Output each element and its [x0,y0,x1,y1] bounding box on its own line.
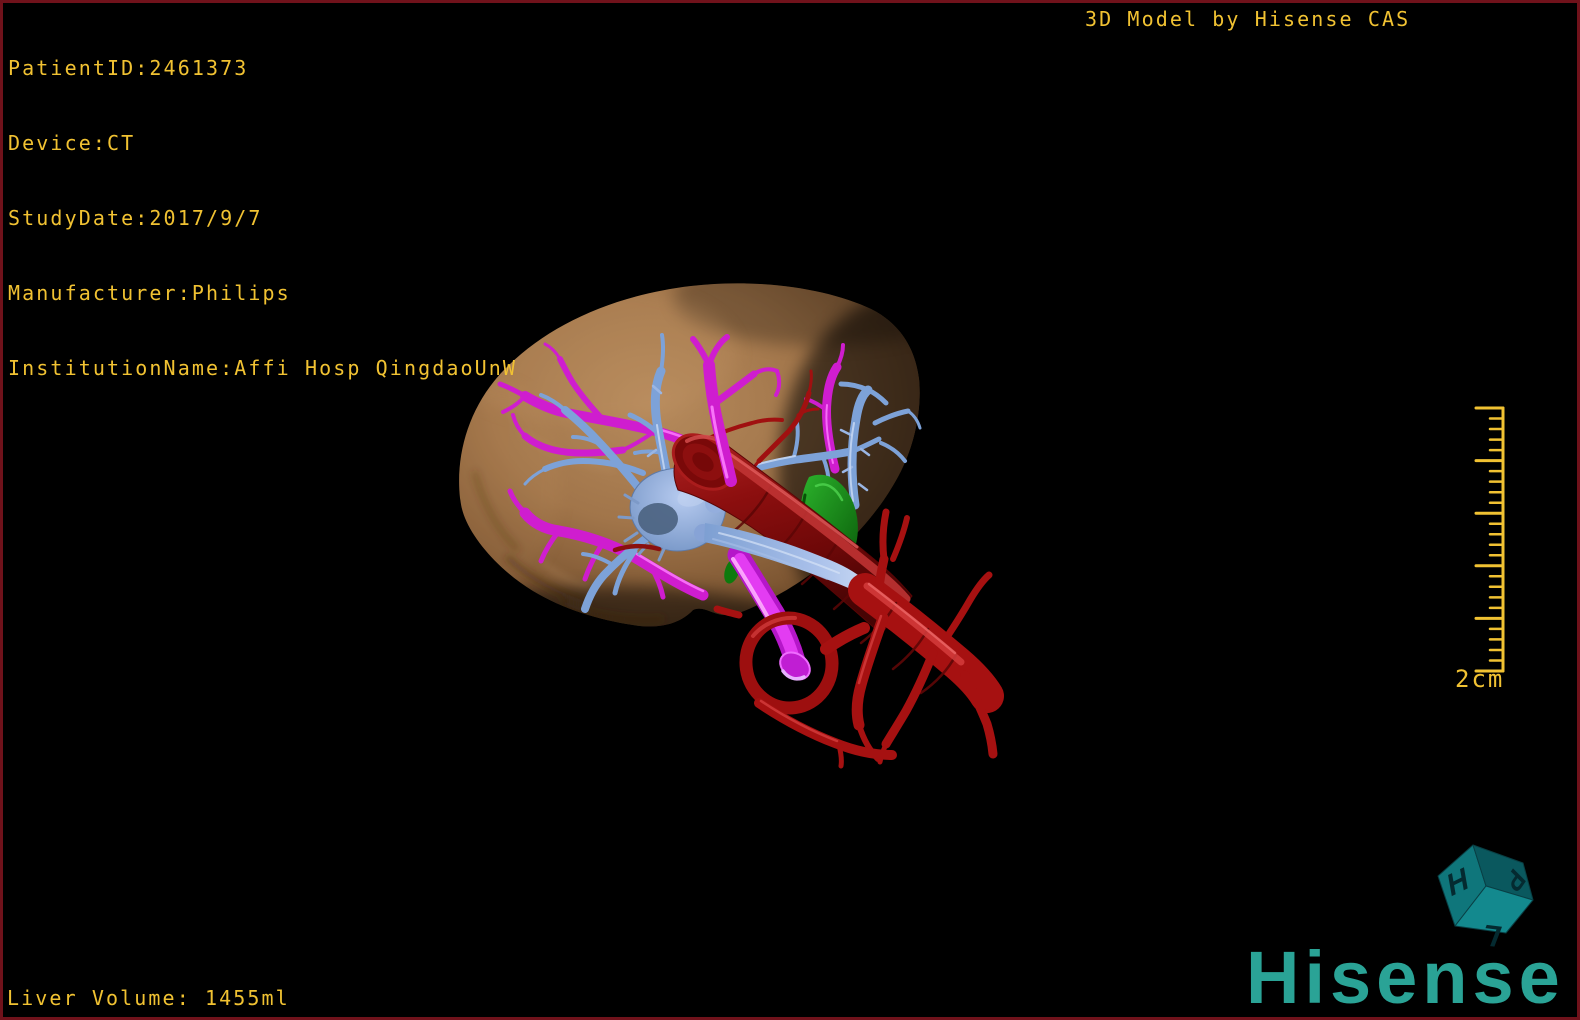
manufacturer-label: Manufacturer:Philips [8,281,291,305]
hisense-logo: Hisense [1246,936,1565,1019]
model-title: 3D Model by Hisense CAS [1085,7,1411,31]
device-label: Device:CT [8,131,136,155]
scale-bar-label: 2cm [1455,665,1505,693]
application-window: PatientID:2461373 Device:CT StudyDate:20… [0,0,1580,1020]
institution-label: InstitutionName:Affi Hosp QingdaoUnW [8,356,518,380]
orientation-cube[interactable]: H P L [1428,835,1543,950]
patient-info-block: PatientID:2461373 Device:CT StudyDate:20… [8,6,517,431]
liver-volume-label: Liver Volume: 1455ml [7,986,290,1010]
patient-id-label: PatientID:2461373 [8,56,249,80]
scale-bar [1474,406,1505,673]
study-date-label: StudyDate:2017/9/7 [8,206,263,230]
scale-bar-ticks [1474,406,1505,673]
